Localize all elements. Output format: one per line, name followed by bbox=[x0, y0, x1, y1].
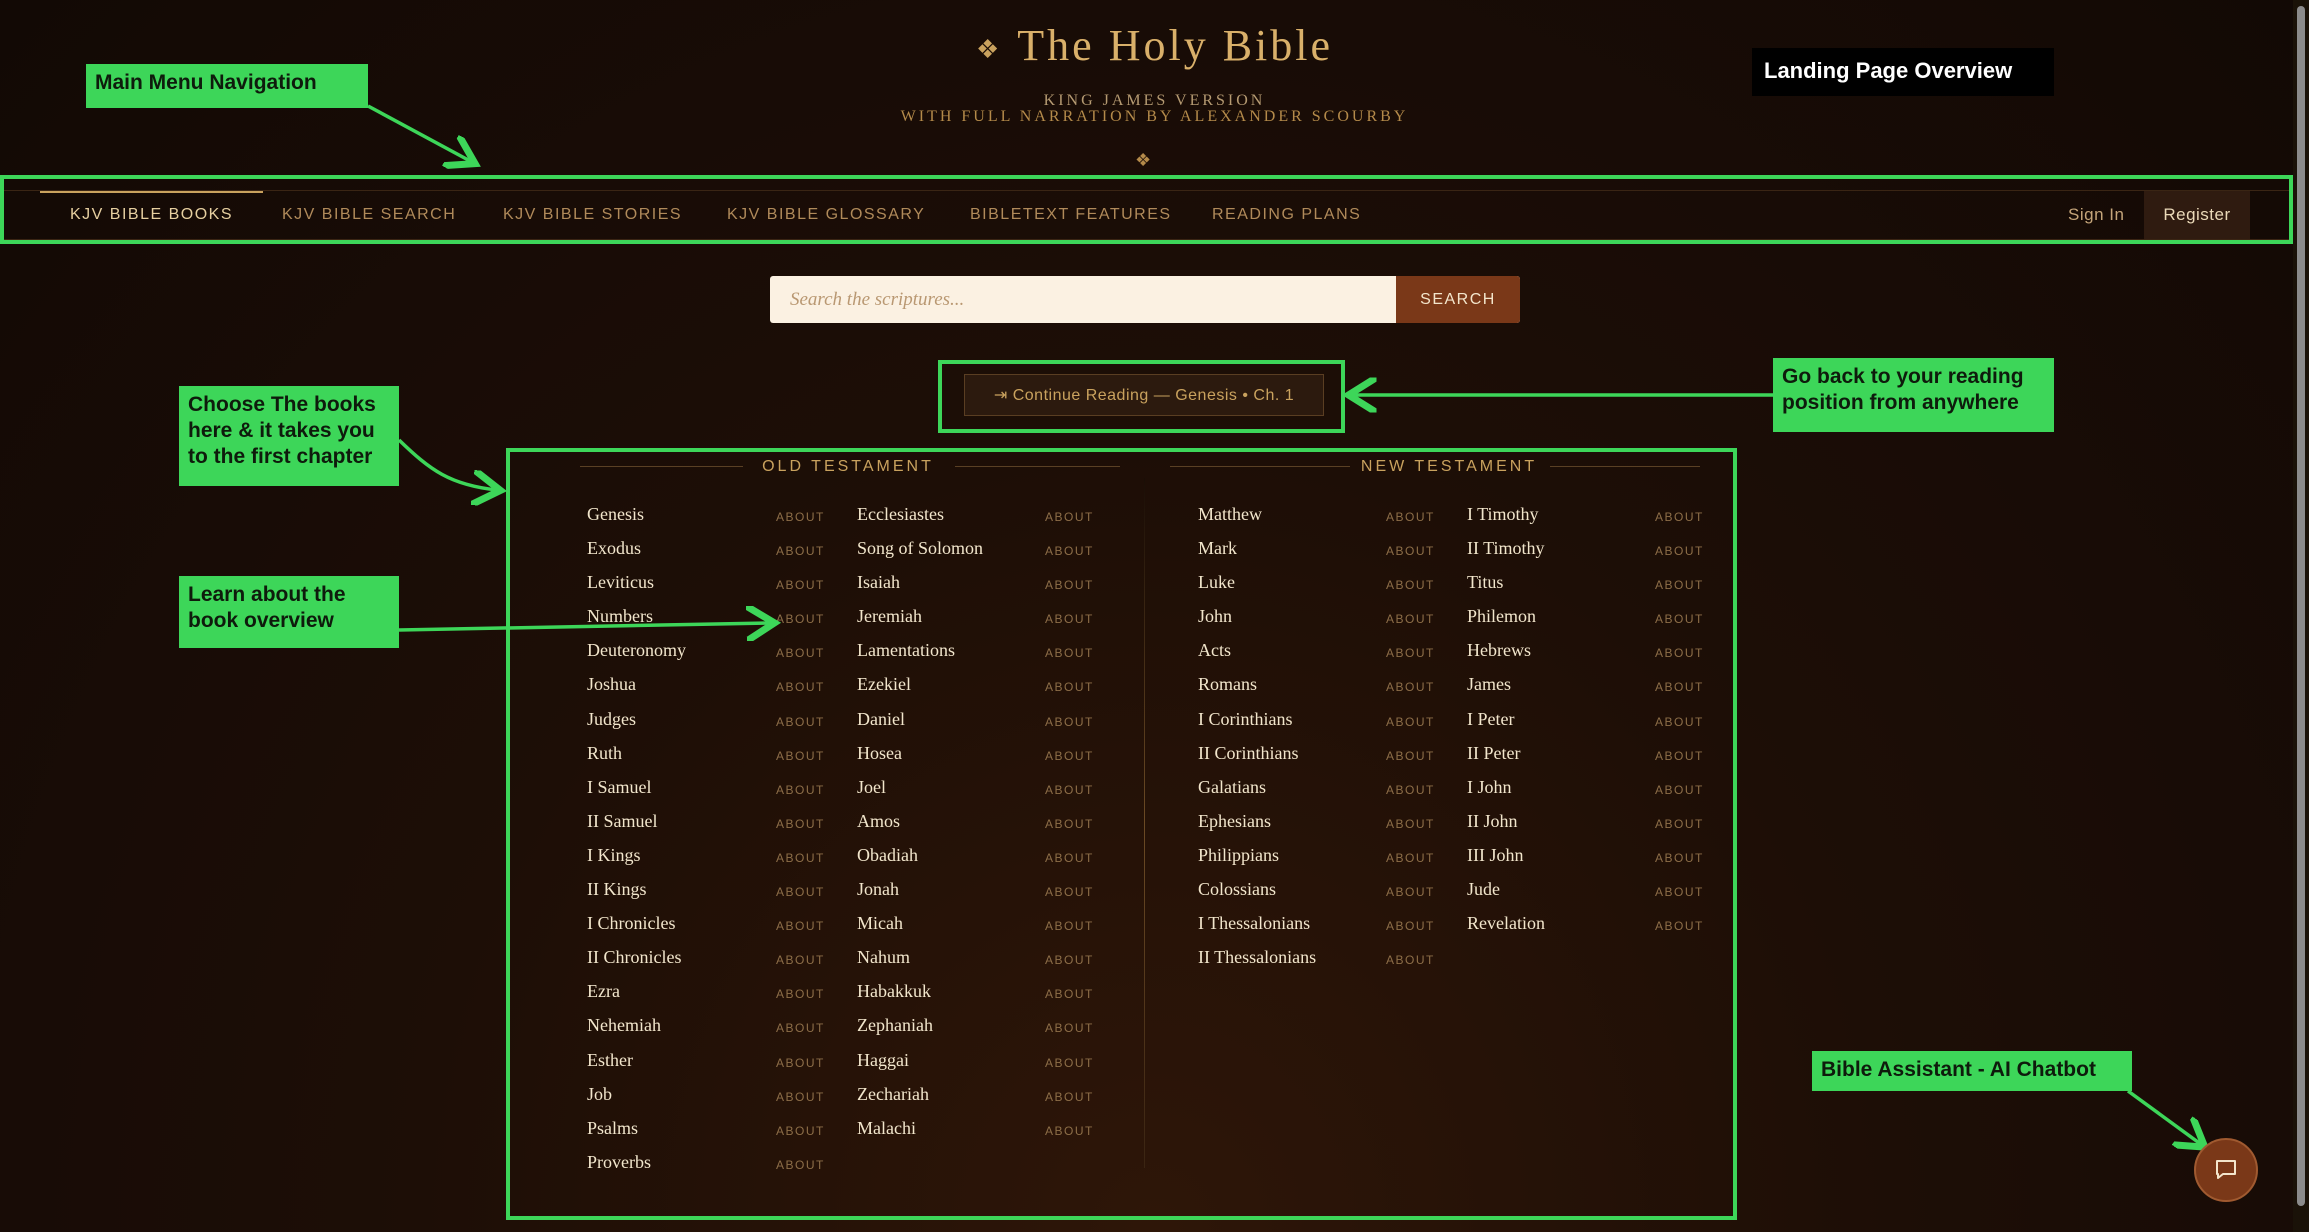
search-input[interactable] bbox=[770, 276, 1395, 323]
learn-about-annotation: Learn about the book overview bbox=[179, 576, 399, 648]
main-menu-highlight bbox=[0, 175, 2293, 244]
go-back-annotation: Go back to your reading position from an… bbox=[1773, 358, 2054, 432]
assistant-annotation: Bible Assistant - AI Chatbot bbox=[1812, 1051, 2132, 1091]
chat-assistant-button[interactable] bbox=[2194, 1138, 2258, 1202]
landing-page-overview-label: Landing Page Overview bbox=[1752, 48, 2054, 96]
page-scrollbar[interactable] bbox=[2293, 0, 2309, 1232]
scrollbar-thumb[interactable] bbox=[2297, 6, 2305, 1206]
choose-books-arrow bbox=[397, 438, 497, 490]
assistant-arrow bbox=[2126, 1089, 2202, 1145]
search-bar: SEARCH bbox=[770, 276, 1520, 323]
choose-books-annotation: Choose The books here & it takes you to … bbox=[179, 386, 399, 486]
diamond-divider-icon: ❖ bbox=[1135, 150, 1152, 170]
site-title: The Holy Bible bbox=[1017, 21, 1334, 70]
search-button[interactable]: SEARCH bbox=[1396, 276, 1520, 323]
diamond-ornament-icon: ❖ bbox=[975, 35, 1000, 65]
main-menu-annotation: Main Menu Navigation bbox=[86, 64, 368, 108]
chat-bubble-icon bbox=[2216, 1160, 2236, 1179]
continue-reading-highlight bbox=[938, 360, 1345, 433]
books-grid-highlight bbox=[506, 448, 1737, 1220]
site-subtitle-narration: WITH FULL NARRATION BY ALEXANDER SCOURBY bbox=[900, 108, 1409, 125]
